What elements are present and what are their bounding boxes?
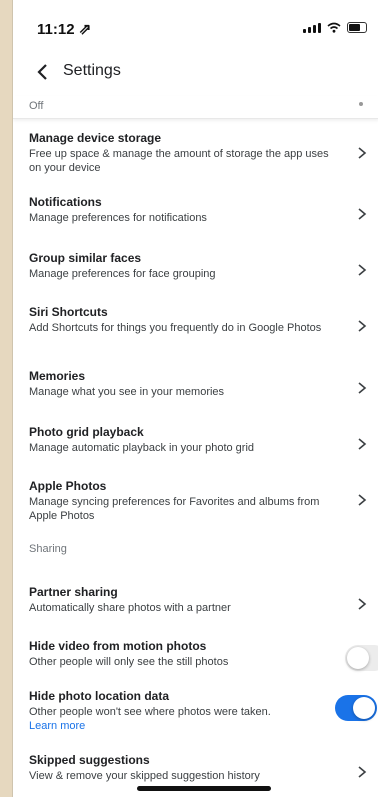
row-title: Group similar faces [29,251,142,265]
setting-siri-shortcuts[interactable]: Siri Shortcuts Add Shortcuts for things … [13,295,378,361]
row-subtitle: Manage preferences for face grouping [29,268,216,280]
row-subtitle: Manage what you see in your memories [29,386,225,398]
row-subtitle: Manage preferences for notifications [29,212,207,224]
hide-location-toggle[interactable] [335,695,377,721]
row-title: Memories [29,369,86,383]
row-title: Hide video from motion photos [29,639,207,653]
row-title: Partner sharing [29,585,118,599]
wifi-icon [327,22,341,33]
chevron-right-icon [358,147,367,159]
row-title: Photo grid playback [29,425,144,439]
row-subtitle: View & remove your skipped suggestion hi… [29,770,260,782]
page-title: Settings [63,62,121,79]
row-subtitle: Free up space & manage the amount of sto… [29,148,329,174]
row-title: Siri Shortcuts [29,305,108,319]
chevron-right-icon [358,438,367,450]
toggle-knob [353,697,375,719]
row-title: Hide photo location data [29,689,169,703]
chevron-right-icon [358,766,367,778]
hide-video-toggle[interactable] [345,645,378,671]
section-header-sharing: Sharing [13,533,378,575]
row-title: Manage device storage [29,131,162,145]
row-subtitle: Add Shortcuts for things you frequently … [29,322,322,334]
row-subtitle: Manage automatic playback in your photo … [29,442,255,454]
row-subtitle-text: Other people won't see where photos were… [29,706,271,718]
phone-screen: 11:12 ⇗ Settings Off Manage device stora… [12,0,378,797]
row-subtitle: Other people won't see where photos were… [29,705,333,733]
home-indicator[interactable] [137,786,271,791]
row-title: Apple Photos [29,479,107,493]
setting-hide-video-motion-photos: Hide video from motion photos Other peop… [13,629,378,683]
row-title: Notifications [29,195,102,209]
setting-partner-sharing[interactable]: Partner sharing Automatically share phot… [13,575,378,629]
setting-hide-location-data: Hide photo location data Other people wo… [13,683,378,743]
partial-setting-row[interactable]: Off [13,96,378,119]
chevron-right-icon [358,208,367,220]
status-bar: 11:12 ⇗ [13,0,378,48]
chevron-right-icon [358,320,367,332]
setting-group-similar-faces[interactable]: Group similar faces Manage preferences f… [13,241,378,295]
toggle-knob [347,647,369,669]
row-subtitle: Automatically share photos with a partne… [29,602,231,614]
cellular-signal-icon [303,22,321,33]
setting-notifications[interactable]: Notifications Manage preferences for not… [13,187,378,241]
battery-icon [347,22,367,33]
chevron-right-icon [358,264,367,276]
section-title: Sharing [29,543,67,555]
row-subtitle: Manage syncing preferences for Favorites… [29,496,320,522]
row-indicator-icon [359,102,363,106]
settings-list: Off Manage device storage Free up space … [13,96,378,797]
chevron-right-icon [358,494,367,506]
chevron-right-icon [358,598,367,610]
row-subtitle: Other people will only see the still pho… [29,656,229,668]
status-icons [303,22,367,33]
row-title: Skipped suggestions [29,753,150,767]
status-time: 11:12 ⇗ [37,21,92,38]
navigation-bar: Settings [13,48,378,96]
setting-memories[interactable]: Memories Manage what you see in your mem… [13,361,378,415]
setting-apple-photos[interactable]: Apple Photos Manage syncing preferences … [13,469,378,533]
setting-photo-grid-playback[interactable]: Photo grid playback Manage automatic pla… [13,415,378,469]
learn-more-link[interactable]: Learn more [29,720,85,732]
chevron-right-icon [358,382,367,394]
setting-manage-device-storage[interactable]: Manage device storage Free up space & ma… [13,119,378,187]
partial-row-value: Off [29,100,44,112]
back-arrow-icon[interactable] [33,62,53,82]
